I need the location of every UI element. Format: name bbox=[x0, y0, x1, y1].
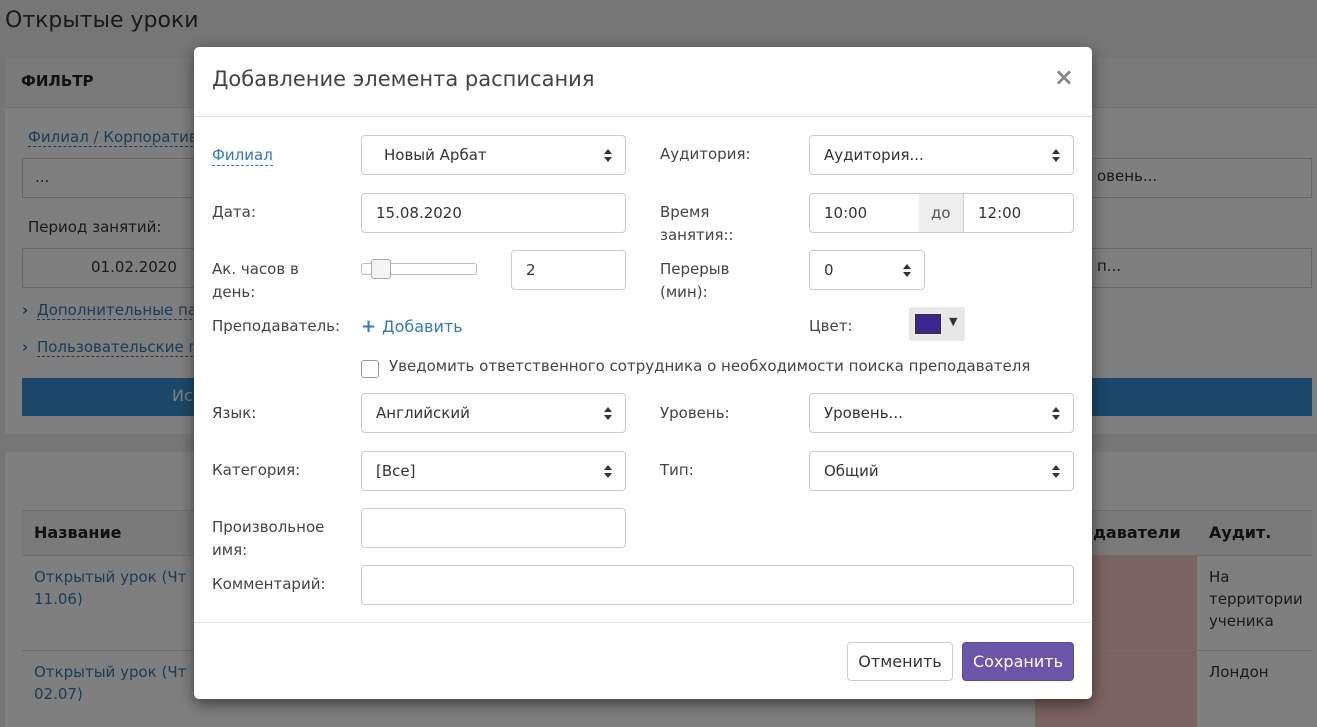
level-select-value: Уровень... bbox=[824, 404, 903, 422]
category-label: Категория: bbox=[212, 461, 301, 479]
break-label-line2: (мин): bbox=[660, 283, 708, 301]
hours-label-line1: Ак. часов в bbox=[212, 260, 299, 278]
comment-input[interactable] bbox=[361, 565, 1074, 605]
color-swatch bbox=[915, 314, 941, 334]
break-label: Перерыв (мин): bbox=[660, 258, 729, 304]
room-select-value: Аудитория... bbox=[824, 146, 924, 164]
language-label: Язык: bbox=[212, 404, 257, 422]
select-arrows-icon bbox=[903, 264, 912, 278]
type-label: Тип: bbox=[660, 461, 694, 479]
hours-input[interactable]: 2 bbox=[511, 250, 626, 290]
time-to-input[interactable]: 12:00 bbox=[963, 193, 1074, 233]
hours-label-line2: день: bbox=[212, 283, 256, 301]
type-select[interactable]: Общий bbox=[809, 451, 1074, 491]
select-arrows-icon bbox=[1052, 149, 1061, 163]
teacher-label: Преподаватель: bbox=[212, 317, 341, 335]
branch-select-value: Новый Арбат bbox=[384, 146, 487, 164]
hours-slider-handle[interactable] bbox=[370, 259, 391, 279]
language-select[interactable]: Английский bbox=[361, 393, 626, 433]
comment-label: Комментарий: bbox=[212, 575, 326, 593]
select-arrows-icon bbox=[1052, 465, 1061, 479]
cancel-button[interactable]: Отменить bbox=[847, 642, 953, 681]
time-label: Время занятия:: bbox=[660, 201, 734, 247]
plus-icon: + bbox=[361, 316, 377, 337]
room-label: Аудитория: bbox=[660, 145, 751, 163]
save-button[interactable]: Сохранить bbox=[962, 642, 1074, 681]
notify-checkbox[interactable] bbox=[361, 360, 379, 378]
time-range-separator: до bbox=[919, 193, 964, 233]
time-to-word: до bbox=[931, 204, 951, 222]
time-from-value: 10:00 bbox=[824, 204, 868, 222]
category-select-value: [Все] bbox=[376, 462, 416, 480]
branch-select[interactable]: Новый Арбат bbox=[361, 135, 626, 175]
category-select[interactable]: [Все] bbox=[361, 451, 626, 491]
branch-label-link[interactable]: Филиал bbox=[212, 145, 273, 166]
type-select-value: Общий bbox=[824, 462, 879, 480]
room-select[interactable]: Аудитория... bbox=[809, 135, 1074, 175]
notify-label[interactable]: Уведомить ответственного сотрудника о не… bbox=[389, 357, 1030, 375]
custom-name-label-line1: Произвольное bbox=[212, 518, 325, 536]
time-to-value: 12:00 bbox=[978, 204, 1022, 222]
add-teacher-label: Добавить bbox=[382, 317, 463, 336]
color-label: Цвет: bbox=[809, 317, 853, 335]
language-select-value: Английский bbox=[376, 404, 470, 422]
custom-name-label-line2: имя: bbox=[212, 541, 248, 559]
date-label: Дата: bbox=[212, 203, 256, 221]
break-label-line1: Перерыв bbox=[660, 260, 730, 278]
schedule-item-modal: Добавление элемента расписания × Филиал … bbox=[194, 47, 1092, 699]
add-teacher-button[interactable]: + Добавить bbox=[361, 316, 463, 337]
modal-header: Добавление элемента расписания × bbox=[194, 47, 1092, 117]
close-icon[interactable]: × bbox=[1054, 65, 1074, 89]
select-arrows-icon bbox=[1052, 407, 1061, 421]
select-arrows-icon bbox=[604, 465, 613, 479]
select-arrows-icon bbox=[604, 149, 613, 163]
custom-name-label: Произвольное имя: bbox=[212, 516, 324, 562]
hours-label: Ак. часов в день: bbox=[212, 258, 299, 304]
date-input-value: 15.08.2020 bbox=[376, 204, 462, 222]
caret-down-icon: ▼ bbox=[949, 315, 958, 328]
hours-input-value: 2 bbox=[526, 261, 536, 279]
modal-footer bbox=[194, 622, 1092, 699]
time-label-line2: занятия:: bbox=[660, 226, 734, 244]
time-from-input[interactable]: 10:00 bbox=[809, 193, 920, 233]
modal-title: Добавление элемента расписания bbox=[212, 67, 595, 91]
level-select[interactable]: Уровень... bbox=[809, 393, 1074, 433]
break-select-value: 0 bbox=[824, 261, 834, 279]
custom-name-input[interactable] bbox=[361, 508, 626, 548]
level-label: Уровень: bbox=[660, 404, 730, 422]
color-picker[interactable]: ▼ bbox=[909, 307, 965, 341]
select-arrows-icon bbox=[604, 407, 613, 421]
break-select[interactable]: 0 bbox=[809, 250, 925, 290]
date-input[interactable]: 15.08.2020 bbox=[361, 193, 626, 233]
time-label-line1: Время bbox=[660, 203, 710, 221]
